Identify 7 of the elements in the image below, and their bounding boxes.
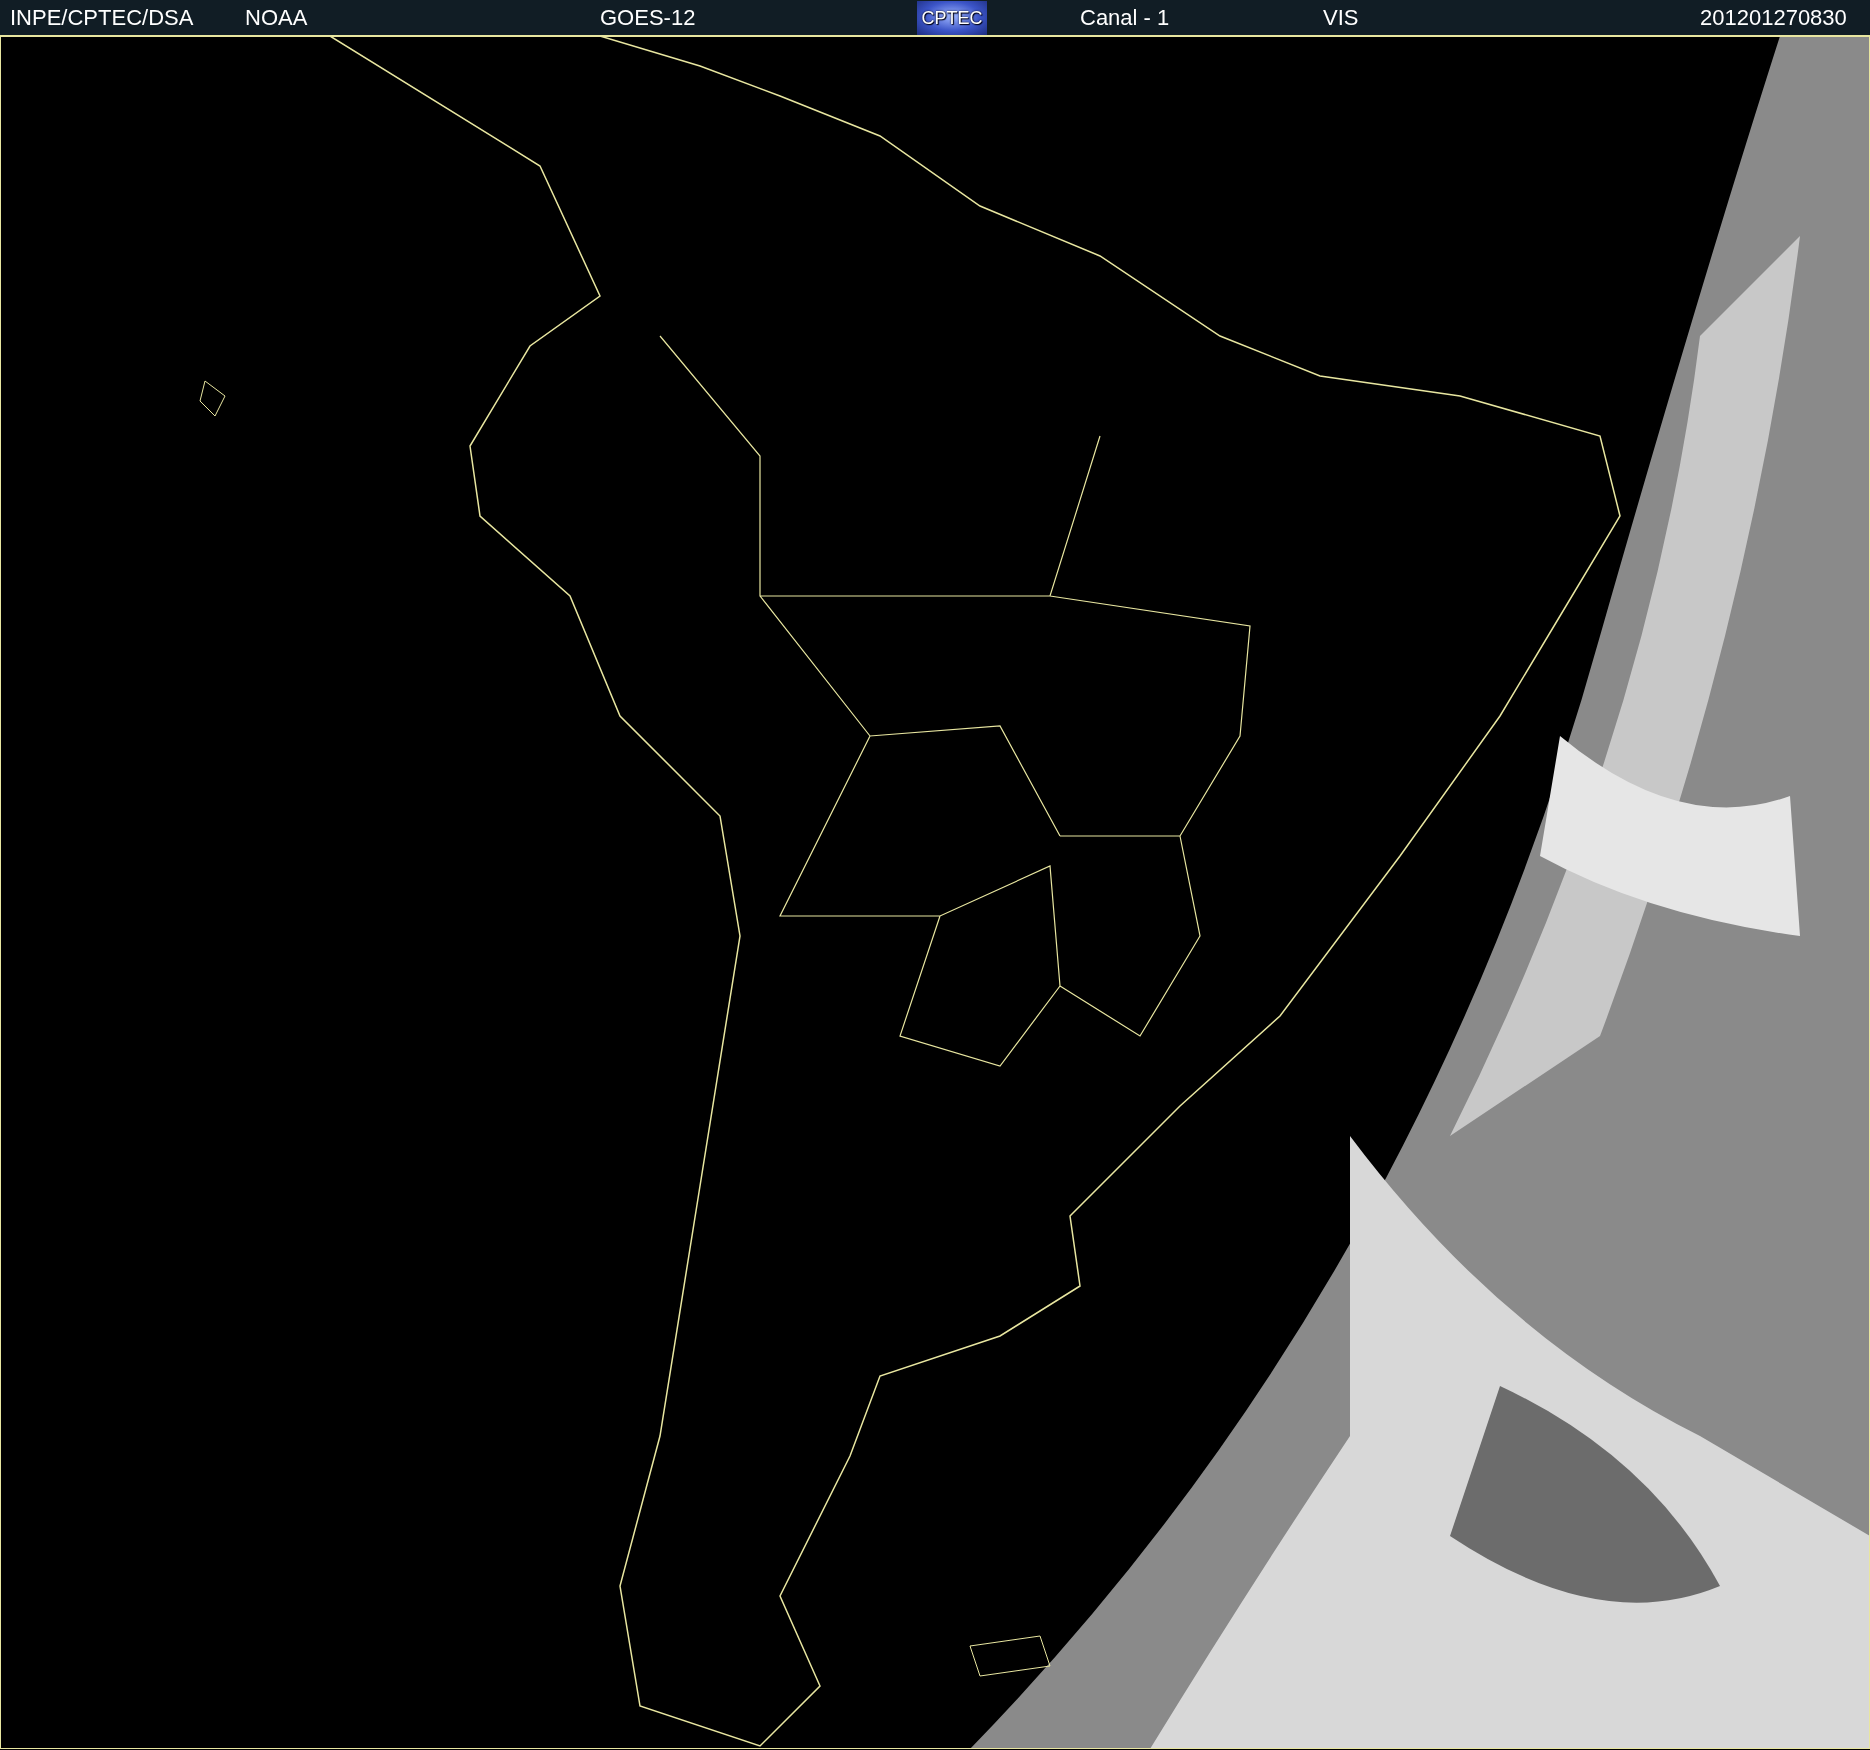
agency-label: NOAA bbox=[245, 4, 309, 32]
band-label: VIS bbox=[1323, 4, 1360, 32]
source-label: INPE/CPTEC/DSA bbox=[10, 4, 195, 32]
satellite-label: GOES-12 bbox=[600, 4, 697, 32]
channel-label: Canal - 1 bbox=[1080, 4, 1171, 32]
logo: CPTEC bbox=[917, 1, 987, 35]
timestamp-label: 201201270830 bbox=[1700, 4, 1847, 32]
